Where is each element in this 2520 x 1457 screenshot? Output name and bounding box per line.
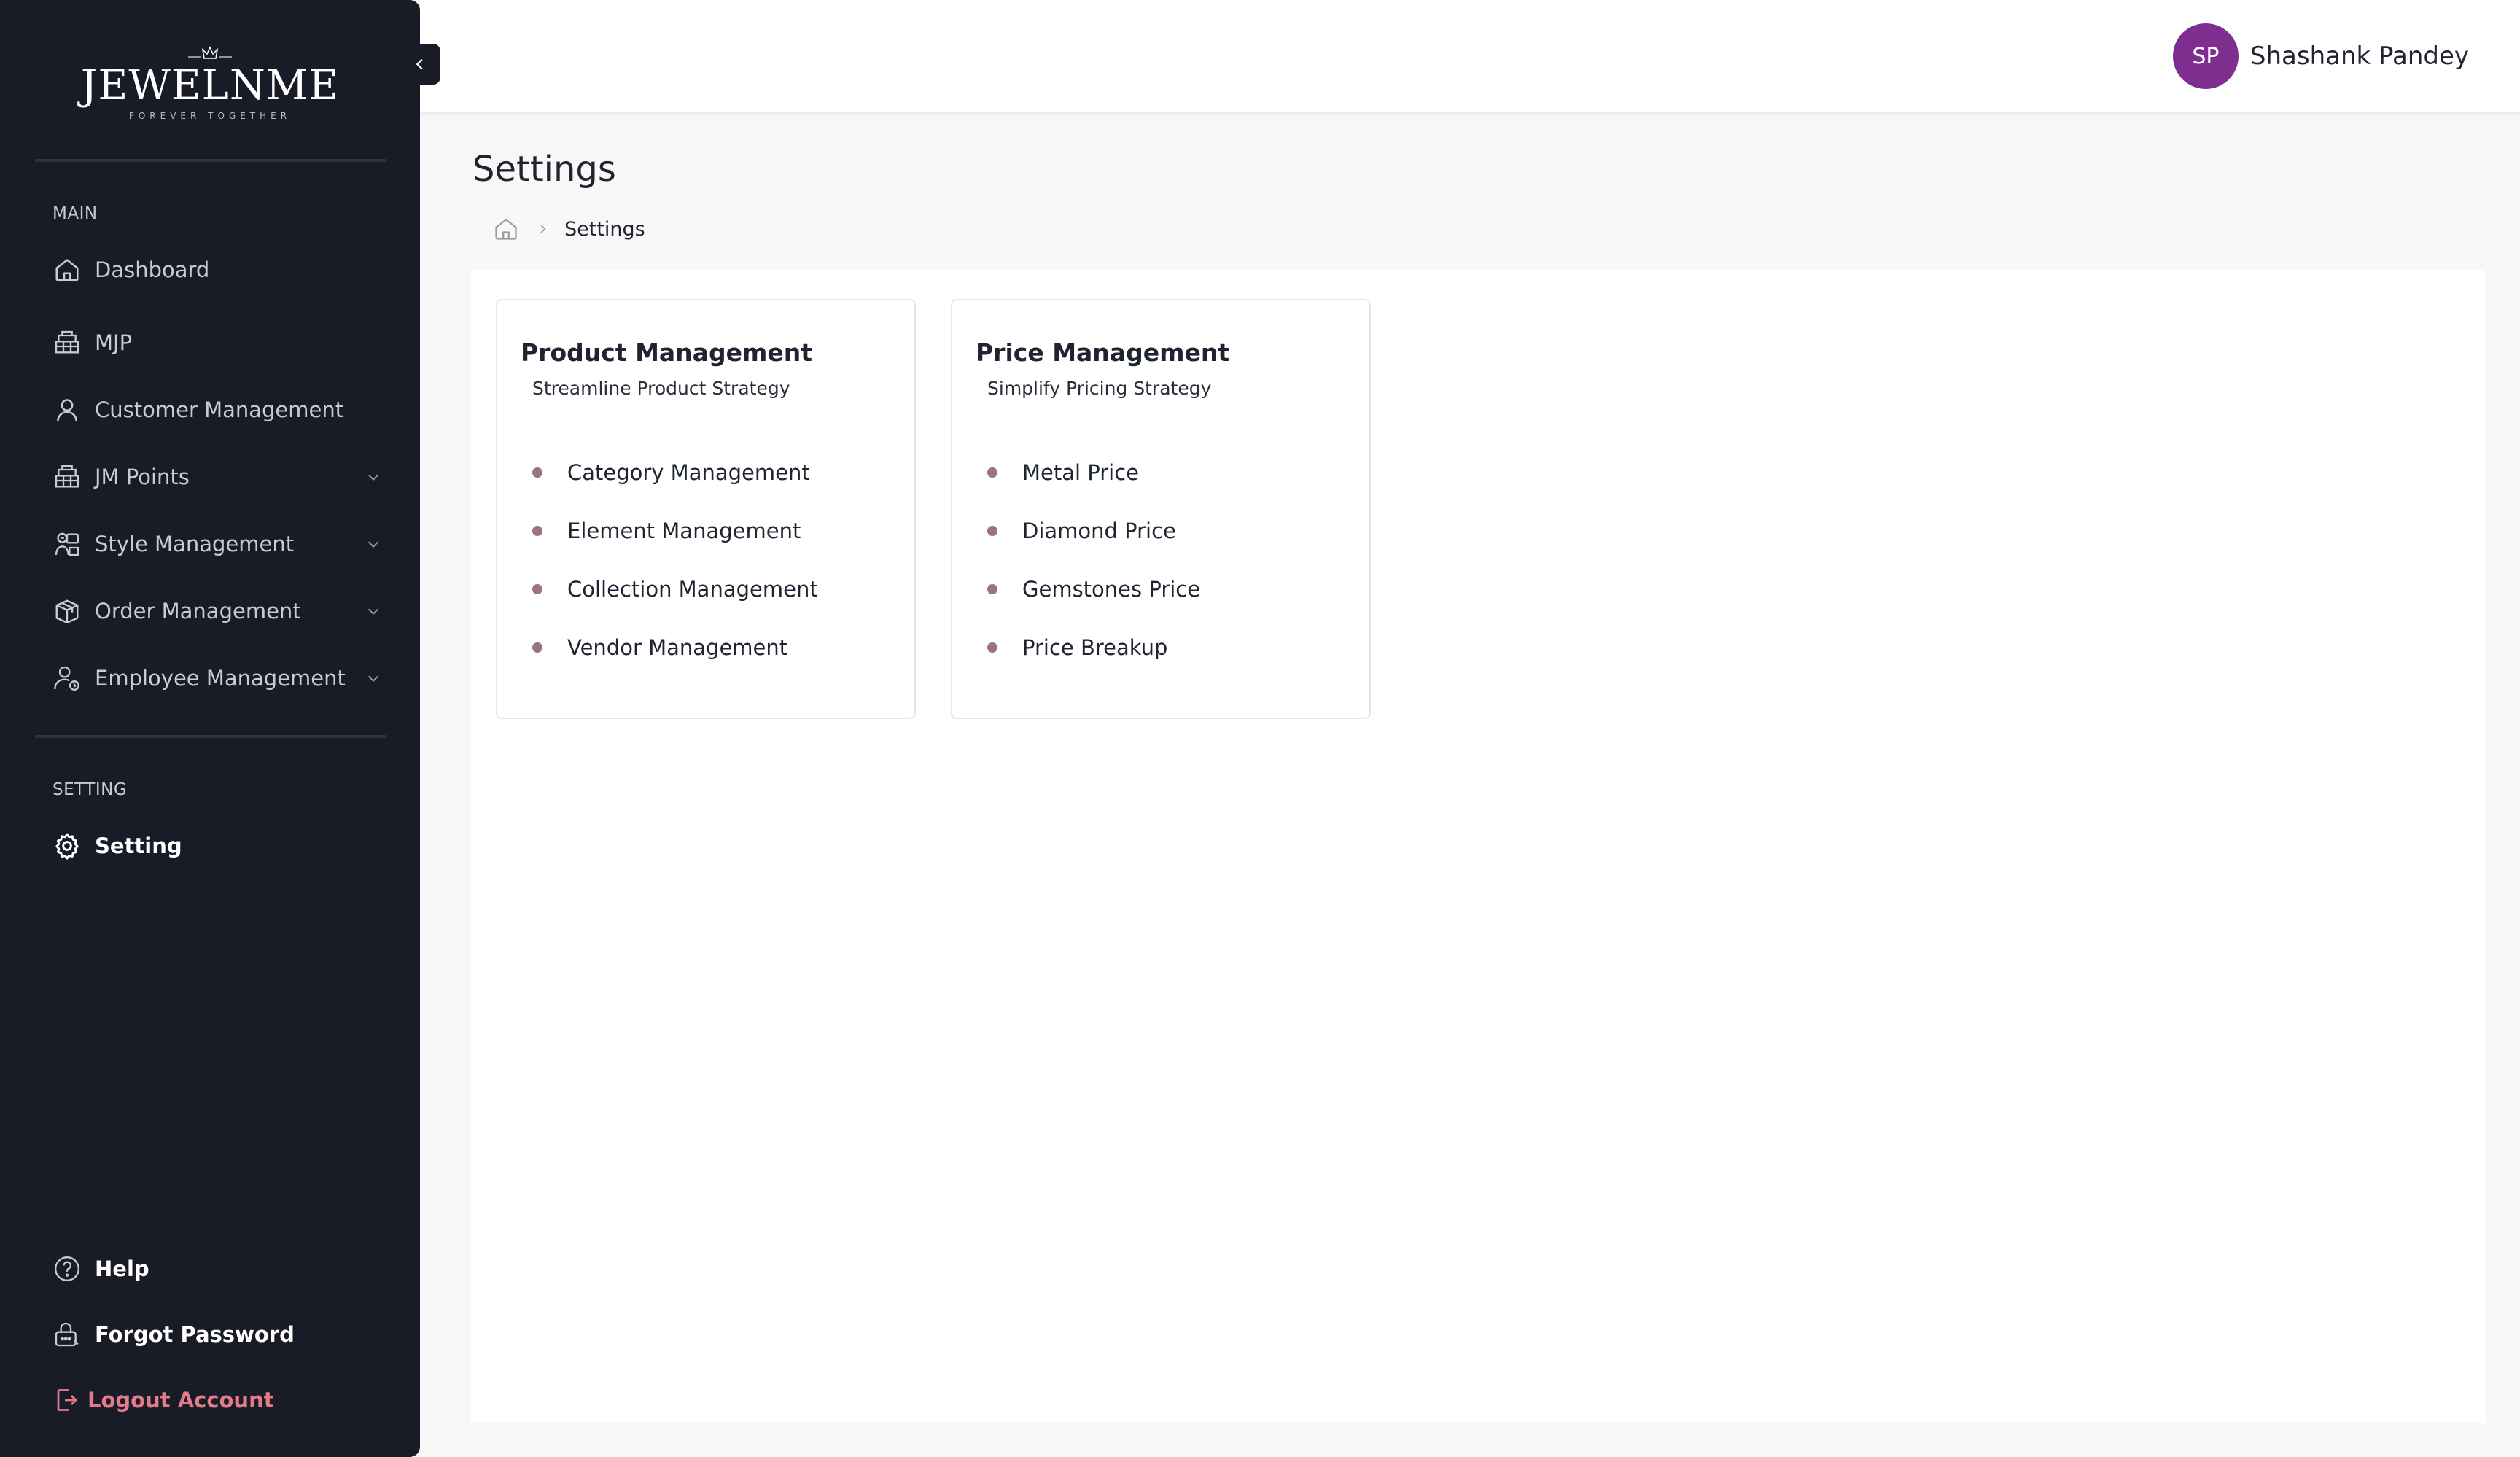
sidebar-item-label: Logout Account (88, 1388, 274, 1413)
chevron-left-icon (416, 58, 423, 70)
user-icon (52, 395, 82, 424)
link-metal-price[interactable]: Metal Price (987, 443, 1200, 502)
sidebar-item-forgot-password[interactable]: Forgot Password (52, 1313, 388, 1356)
user-name[interactable]: Shashank Pandey (2250, 42, 2469, 71)
bullet-icon (987, 467, 998, 478)
chevron-down-icon[interactable] (359, 597, 388, 626)
top-header: SP Shashank Pandey (420, 0, 2520, 112)
bullet-icon (987, 584, 998, 594)
sidebar-item-label: JM Points (95, 465, 190, 489)
section-label-setting: SETTING (52, 780, 128, 799)
sidebar-item-label: MJP (95, 330, 133, 355)
sidebar-item-dashboard[interactable]: Dashboard (52, 248, 388, 292)
brand-name: JEWELNME (80, 62, 340, 109)
card-subtitle: Simplify Pricing Strategy (987, 378, 1212, 399)
crown-icon (188, 46, 232, 59)
sidebar-item-label: Employee Management (95, 666, 346, 691)
sidebar-item-style-management[interactable]: Style Management (52, 522, 388, 566)
sidebar-collapse-button[interactable] (400, 44, 440, 85)
card-title: Price Management (976, 338, 1230, 367)
sidebar-divider (35, 159, 386, 162)
sidebar-item-label: Dashboard (95, 257, 210, 282)
sidebar-item-customer-management[interactable]: Customer Management (52, 388, 388, 432)
sidebar-item-jm-points[interactable]: JM Points (52, 455, 388, 499)
brand-tagline: FOREVER TOGETHER (128, 111, 292, 121)
logout-icon (52, 1386, 82, 1415)
sidebar-item-employee-management[interactable]: Employee Management (52, 656, 388, 700)
sidebar-item-label: Help (95, 1256, 149, 1281)
home-icon[interactable] (493, 216, 519, 242)
brand-logo[interactable]: JEWELNME FOREVER TOGETHER (0, 45, 420, 121)
sidebar-item-logout[interactable]: Logout Account (52, 1378, 388, 1422)
home-icon (52, 255, 82, 284)
sidebar: JEWELNME FOREVER TOGETHER MAIN Dashboard (0, 0, 420, 1457)
sidebar-item-label: Customer Management (95, 397, 344, 422)
product-management-card: Product Management Streamline Product St… (496, 299, 916, 719)
box-icon (52, 597, 82, 626)
store-icon (52, 328, 82, 357)
chevron-down-icon[interactable] (359, 529, 388, 559)
link-gemstones-price[interactable]: Gemstones Price (987, 560, 1200, 618)
sidebar-item-label: Forgot Password (95, 1322, 295, 1347)
link-vendor-management[interactable]: Vendor Management (532, 618, 818, 677)
lock-icon (52, 1320, 82, 1349)
link-collection-management[interactable]: Collection Management (532, 560, 818, 618)
sidebar-item-label: Order Management (95, 599, 301, 623)
sidebar-item-label: Style Management (95, 532, 295, 556)
link-price-breakup[interactable]: Price Breakup (987, 618, 1200, 677)
card-link-list: Metal Price Diamond Price Gemstones Pric… (987, 443, 1200, 677)
bullet-icon (987, 642, 998, 653)
card-title: Product Management (521, 338, 812, 367)
gear-icon (52, 831, 82, 860)
help-icon (52, 1254, 82, 1283)
avatar[interactable]: SP (2172, 23, 2239, 89)
bullet-icon (987, 526, 998, 536)
employee-icon (52, 664, 82, 693)
chevron-right-icon (535, 222, 550, 236)
bullet-icon (532, 526, 542, 536)
link-element-management[interactable]: Element Management (532, 502, 818, 560)
bullet-icon (532, 584, 542, 594)
chevron-down-icon[interactable] (359, 664, 388, 693)
sidebar-item-label: Setting (95, 834, 182, 858)
sidebar-divider (35, 735, 386, 738)
card-link-list: Category Management Element Management C… (532, 443, 818, 677)
bullet-icon (532, 467, 542, 478)
bullet-icon (532, 642, 542, 653)
breadcrumb-current: Settings (564, 217, 645, 241)
price-management-card: Price Management Simplify Pricing Strate… (951, 299, 1371, 719)
sidebar-item-setting[interactable]: Setting (52, 824, 388, 868)
link-diamond-price[interactable]: Diamond Price (987, 502, 1200, 560)
store-icon (52, 462, 82, 492)
page-title: Settings (472, 149, 616, 190)
chevron-down-icon[interactable] (359, 462, 388, 492)
sidebar-item-order-management[interactable]: Order Management (52, 589, 388, 633)
card-subtitle: Streamline Product Strategy (532, 378, 790, 399)
sidebar-item-mjp[interactable]: MJP (52, 321, 388, 365)
style-icon (52, 529, 82, 559)
section-label-main: MAIN (52, 204, 98, 223)
breadcrumb: Settings (493, 214, 645, 244)
sidebar-item-help[interactable]: Help (52, 1247, 388, 1291)
link-category-management[interactable]: Category Management (532, 443, 818, 502)
user-menu[interactable]: SP Shashank Pandey (2172, 23, 2469, 89)
